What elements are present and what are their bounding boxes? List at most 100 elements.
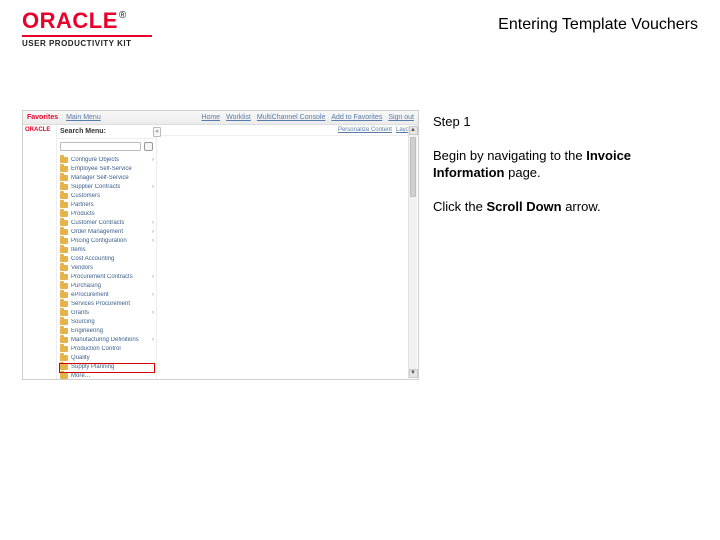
menu-item[interactable]: Sourcing [60,317,154,326]
scroll-down-button[interactable]: ▼ [409,369,418,378]
scrollbar-track[interactable] [409,135,417,369]
registered-mark: ® [119,10,126,21]
topbar-link-home[interactable]: Home [201,114,220,121]
menu-item[interactable]: Grants › [60,308,154,317]
menu-item[interactable]: Pricing Configuration› [60,236,154,245]
topbar-link-mcc[interactable]: MultiChannel Console [257,114,325,121]
chevron-right-icon: › [152,157,154,163]
brand-rule [22,35,152,37]
folder-icon [60,229,68,235]
chevron-right-icon: › [152,292,154,298]
folder-icon [60,319,68,325]
app-canvas: Personalize Content Layout [157,125,418,379]
folder-icon [60,238,68,244]
oracle-logo-block: ORACLE® USER PRODUCTIVITY KIT [22,10,152,48]
menu-item[interactable]: Vendors [60,263,154,272]
menu-item[interactable]: More… [60,371,154,380]
menu-item-label: eProcurement [71,292,109,298]
canvas-personalize-link[interactable]: Personalize Content [338,127,392,133]
menu-item[interactable]: Customers [60,191,154,200]
menu-item-label: Customer Contracts [71,220,124,226]
menu-item[interactable]: Supply Planning [60,362,154,371]
folder-icon [60,373,68,379]
chevron-right-icon: › [152,337,154,343]
folder-icon [60,157,68,163]
menu-item-label: Production Control [71,346,121,352]
instruction-line-1: Begin by navigating to the Invoice Infor… [433,148,689,181]
menu-item[interactable]: Cost Accounting [60,254,154,263]
menu-item-label: Items [71,247,86,253]
menu-list: Configure Objects› Employee Self-Service M… [57,153,156,380]
collapse-menu-handle[interactable]: « [153,127,161,137]
menu-item[interactable]: Manufacturing Definitions› [60,335,154,344]
scrollbar-thumb[interactable] [410,137,416,197]
menu-item-label: Procurement Contracts [71,274,133,280]
instruction-panel: Step 1 Begin by navigating to the Invoic… [419,110,689,380]
folder-icon [60,283,68,289]
menu-item-label: Pricing Configuration [71,238,127,244]
menu-item[interactable]: Procurement Contracts › [60,272,154,281]
scroll-up-button[interactable]: ▲ [409,126,418,135]
menu-item[interactable]: eProcurement › [60,290,154,299]
menu-item-label: Engineering [71,328,103,334]
upk-subtitle: USER PRODUCTIVITY KIT [22,39,152,48]
folder-icon [60,175,68,181]
instr2-post: arrow. [562,199,601,214]
chevron-right-icon: › [152,310,154,316]
folder-icon [60,166,68,172]
menu-item-label: Services Procurement [71,301,130,307]
instr2-pre: Click the [433,199,486,214]
oracle-wordmark: ORACLE [22,8,118,33]
app-screenshot: Favorites Main Menu Home Worklist MultiC… [22,110,419,380]
folder-icon [60,247,68,253]
folder-icon [60,292,68,298]
menu-item[interactable]: Customer Contracts › [60,218,154,227]
topbar-link-signout[interactable]: Sign out [388,114,414,121]
menu-item[interactable]: Products [60,209,154,218]
folder-icon [60,310,68,316]
search-row: Search Menu: [57,125,156,139]
menu-item-label: Supply Planning [71,364,114,370]
page-title: Entering Template Vouchers [498,16,698,34]
topbar-main-menu[interactable]: Main Menu [66,114,101,121]
menu-item[interactable]: Purchasing [60,281,154,290]
chevron-right-icon: › [152,220,154,226]
search-go-button[interactable] [144,142,153,151]
folder-icon [60,211,68,217]
folder-icon [60,346,68,352]
chevron-right-icon: › [152,274,154,280]
menu-item-label: Products [71,211,95,217]
menu-item[interactable]: Quality [60,353,154,362]
folder-icon [60,256,68,262]
menu-item[interactable]: Manager Self-Service [60,173,154,182]
app-menu-column: Search Menu: « Configure Objects›Employe… [57,125,157,379]
menu-item[interactable]: Items [60,245,154,254]
menu-item[interactable]: Engineering [60,326,154,335]
menu-item-label: Purchasing [71,283,101,289]
menu-item[interactable]: Services Procurement [60,299,154,308]
menu-item[interactable]: Partners [60,200,154,209]
topbar-link-worklist[interactable]: Worklist [226,114,251,121]
folder-icon [60,265,68,271]
menu-item-label: Grants [71,310,89,316]
menu-item[interactable]: Supplier Contracts› [60,182,154,191]
folder-icon [60,301,68,307]
folder-icon [60,220,68,226]
menu-item-label: Cost Accounting [71,256,114,262]
topbar-favorites[interactable]: Favorites [27,114,58,121]
menu-item[interactable]: Employee Self-Service [60,164,154,173]
instr1-pre: Begin by navigating to the [433,148,586,163]
menu-item[interactable]: Production Control [60,344,154,353]
menu-item[interactable]: Order Management› [60,227,154,236]
menu-item[interactable]: Configure Objects› [60,155,154,164]
step-label: Step 1 [433,114,689,130]
folder-icon [60,184,68,190]
folder-icon [60,364,68,370]
app-topbar: Favorites Main Menu Home Worklist MultiC… [23,111,418,125]
menu-item-label: Employee Self-Service [71,166,132,172]
menu-item-label: Quality [71,355,90,361]
menu-item-label: Manager Self-Service [71,175,129,181]
menu-item-label: Sourcing [71,319,95,325]
topbar-link-addfav[interactable]: Add to Favorites [331,114,382,121]
search-input[interactable] [60,142,141,151]
